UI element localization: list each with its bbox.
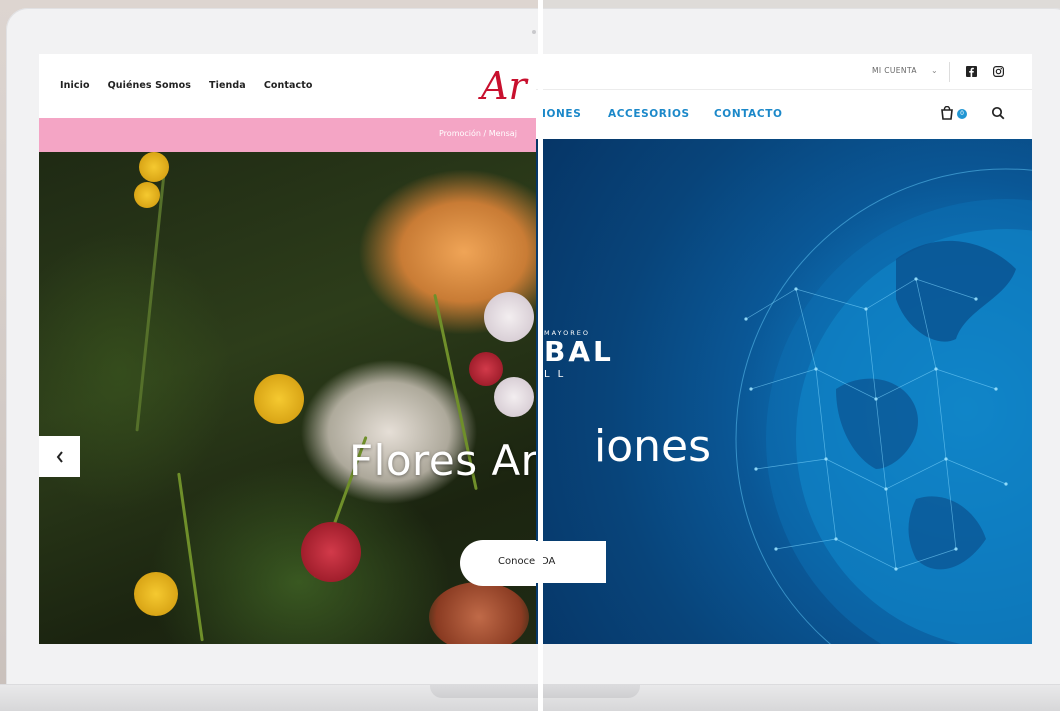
chevron-down-icon[interactable]: ⌄	[931, 66, 938, 75]
brown-flower	[429, 582, 529, 644]
flower-stem	[135, 172, 166, 432]
nav-link-contacto[interactable]: Contacto	[264, 80, 313, 91]
carousel-prev-button[interactable]	[39, 436, 80, 477]
red-flower	[301, 522, 361, 582]
search-icon[interactable]	[991, 106, 1005, 120]
yellow-flower	[139, 152, 169, 182]
flower-shop-nav: Inicio Quiénes Somos Tienda Contacto	[60, 80, 313, 91]
flower-stem	[177, 472, 204, 642]
nav-link-contacto[interactable]: CONTACTO	[714, 108, 783, 120]
chevron-left-icon	[56, 450, 63, 463]
facebook-icon[interactable]	[966, 66, 977, 77]
flower-shop-site: Inicio Quiénes Somos Tienda Contacto Ar …	[39, 54, 536, 644]
yellow-flower	[254, 374, 304, 424]
yellow-flower	[134, 572, 178, 616]
laptop-notch	[430, 684, 640, 698]
white-flower	[494, 377, 534, 417]
shopping-bag-icon[interactable]	[940, 106, 954, 120]
globe-hero-cta-button[interactable]: IDA	[536, 541, 606, 583]
nav-link-accesorios[interactable]: ACCESORIOS	[608, 108, 690, 120]
red-flower	[469, 352, 503, 386]
wholesale-site: MI CUENTA ⌄ IONES ACCESORIOS CONTACTO 0	[536, 54, 1032, 644]
laptop-screen: Inicio Quiénes Somos Tienda Contacto Ar …	[39, 54, 1032, 644]
globe-graphic	[735, 168, 1032, 644]
topbar-divider	[949, 62, 950, 82]
brand-logo[interactable]: BAL	[544, 335, 614, 368]
comparison-divider[interactable]	[538, 0, 543, 711]
flower-hero-cta-label: Conoce	[498, 556, 536, 567]
promo-bar: Promoción / Mensaj	[39, 118, 536, 152]
flower-shop-logo[interactable]: Ar	[481, 66, 527, 106]
cart-count-badge: 0	[957, 109, 967, 119]
white-flower	[484, 292, 534, 342]
globe-hero-banner: MAYOREO BAL LL iones IDA	[536, 139, 1032, 644]
flower-hero-title: Flores Ar	[349, 436, 536, 485]
flower-shop-header: Inicio Quiénes Somos Tienda Contacto Ar	[39, 54, 536, 118]
yellow-flower	[134, 182, 160, 208]
brand-logo-sub: LL	[544, 369, 572, 380]
laptop-camera	[532, 30, 536, 34]
wholesale-topbar: MI CUENTA ⌄	[536, 54, 1032, 90]
promo-text[interactable]: Promoción / Mensaj	[439, 129, 517, 138]
wholesale-nav: IONES ACCESORIOS CONTACTO 0	[536, 90, 1032, 139]
globe-hero-title: iones	[594, 421, 712, 472]
nav-link-iones[interactable]: IONES	[542, 108, 581, 120]
account-menu[interactable]: MI CUENTA	[872, 66, 917, 75]
instagram-icon[interactable]	[993, 66, 1004, 77]
nav-link-tienda[interactable]: Tienda	[209, 80, 246, 91]
nav-link-quienes-somos[interactable]: Quiénes Somos	[108, 80, 191, 91]
nav-link-inicio[interactable]: Inicio	[60, 80, 90, 91]
flower-hero-banner: Flores Ar Conoce	[39, 152, 536, 644]
flower-hero-cta-button[interactable]: Conoce	[460, 540, 536, 586]
